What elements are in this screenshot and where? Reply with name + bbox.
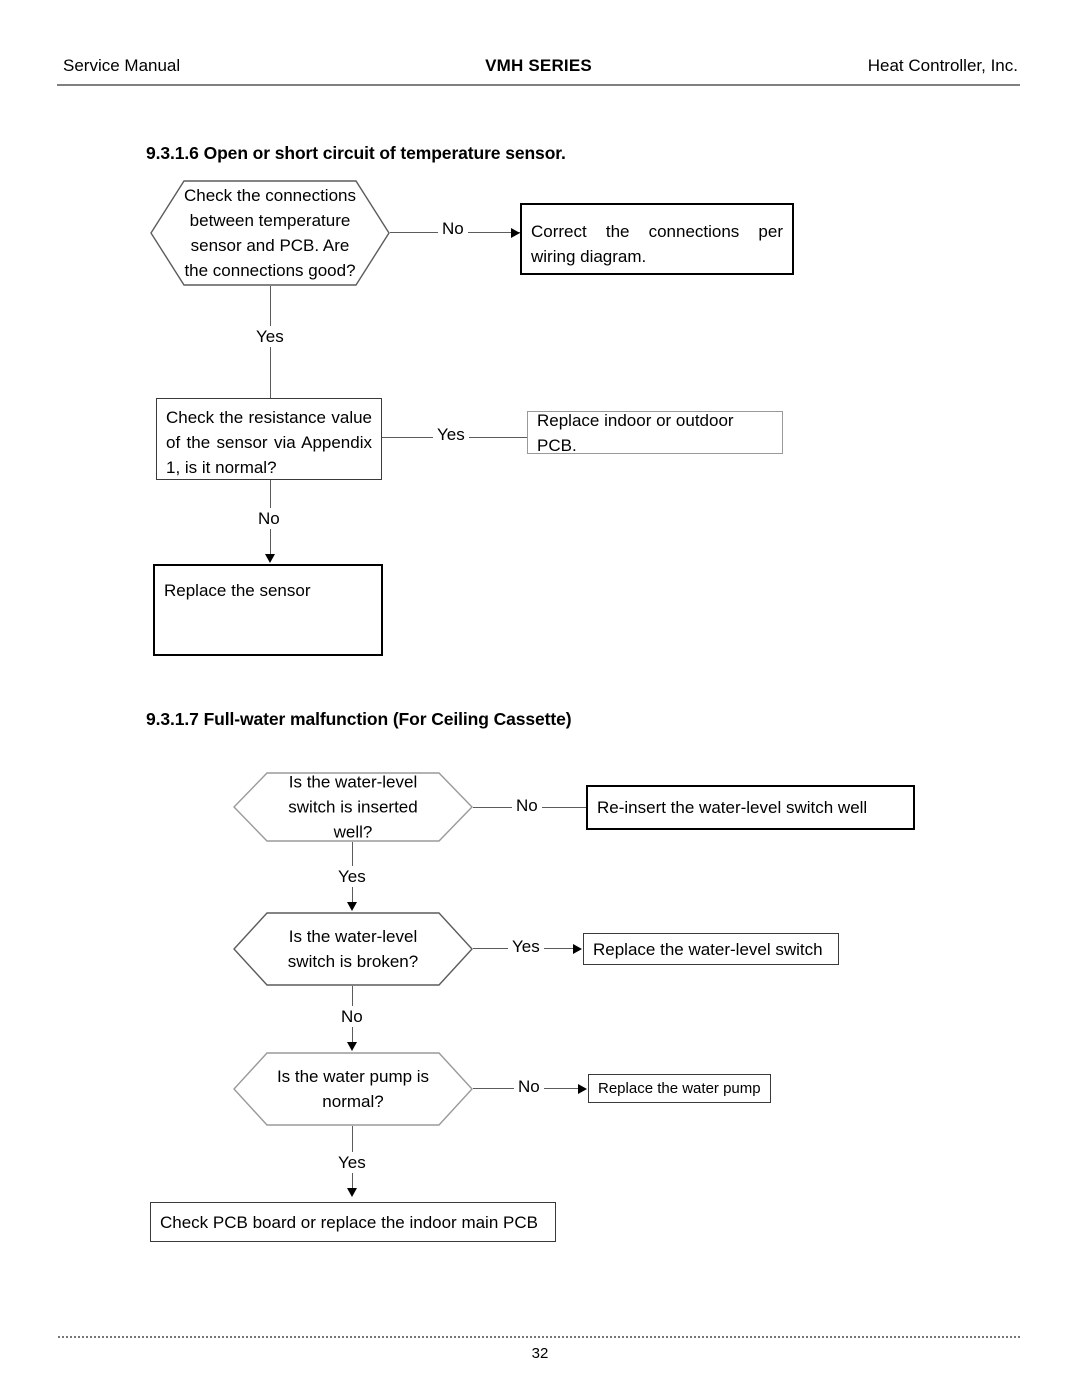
edge-inserted-yes-arrow	[347, 902, 357, 911]
edge-label-pump-no: No	[514, 1076, 544, 1097]
header-divider	[57, 84, 1020, 86]
edge-pump-no-arrow	[578, 1084, 587, 1094]
edge-label-connections-yes: Yes	[252, 326, 288, 347]
edge-label-resistance-yes: Yes	[433, 424, 469, 445]
action-check-pcb[interactable]: Check PCB board or replace the indoor ma…	[150, 1202, 556, 1242]
edge-label-connections-no: No	[438, 218, 468, 239]
page-header: Service Manual VMH SERIES Heat Controlle…	[57, 55, 1020, 85]
decision-switch-inserted-label: Is the water-level switch is inserted we…	[288, 772, 418, 842]
edge-broken-yes-arrow	[573, 944, 582, 954]
edge-label-broken-yes: Yes	[508, 936, 544, 957]
edge-label-resistance-no: No	[254, 508, 284, 529]
decision-pump-normal[interactable]: Is the water pump is normal?	[233, 1052, 473, 1126]
decision-check-resistance[interactable]: Check the resistance value of the sensor…	[156, 398, 382, 480]
edge-label-broken-no: No	[337, 1006, 367, 1027]
action-reinsert-switch-label: Re-insert the water-level switch well	[597, 798, 868, 817]
edge-pump-yes-arrow	[347, 1188, 357, 1197]
decision-pump-normal-label: Is the water pump is normal?	[276, 1067, 430, 1111]
section-heading-9-3-1-6: 9.3.1.6 Open or short circuit of tempera…	[146, 143, 566, 163]
action-correct-wiring-label: Correct the connections per wiring diagr…	[531, 222, 783, 266]
decision-switch-broken-label: Is the water-level switch is broken?	[287, 927, 419, 971]
action-check-pcb-label: Check PCB board or replace the indoor ma…	[160, 1212, 538, 1232]
edge-broken-no-arrow	[347, 1042, 357, 1051]
edge-connections-no-arrow	[511, 228, 520, 238]
header-right-text: Heat Controller, Inc.	[867, 56, 1018, 75]
action-replace-pcb-label: Replace indoor or outdoor PCB.	[537, 410, 734, 455]
edge-label-inserted-no: No	[512, 795, 542, 816]
action-reinsert-switch[interactable]: Re-insert the water-level switch well	[586, 785, 915, 830]
action-replace-switch[interactable]: Replace the water-level switch	[583, 933, 839, 965]
action-replace-pump-label: Replace the water pump	[598, 1080, 761, 1097]
edge-label-pump-yes: Yes	[334, 1152, 370, 1173]
decision-check-connections-label: Check the connections between temperatur…	[184, 186, 356, 280]
decision-check-resistance-label: Check the resistance value of the sensor…	[166, 408, 372, 477]
edge-label-inserted-yes: Yes	[334, 866, 370, 887]
decision-switch-broken[interactable]: Is the water-level switch is broken?	[233, 912, 473, 986]
action-replace-switch-label: Replace the water-level switch	[593, 939, 823, 959]
action-replace-pcb[interactable]: Replace indoor or outdoor PCB.	[527, 411, 783, 455]
action-replace-pump[interactable]: Replace the water pump	[588, 1074, 771, 1103]
action-replace-sensor-label: Replace the sensor	[164, 581, 311, 600]
action-correct-wiring[interactable]: Correct the connections per wiring diagr…	[520, 203, 794, 275]
action-replace-sensor[interactable]: Replace the sensor	[153, 564, 383, 656]
page-number: 32	[531, 1345, 549, 1362]
section-heading-9-3-1-7: 9.3.1.7 Full-water malfunction (For Ceil…	[146, 709, 572, 729]
decision-switch-inserted[interactable]: Is the water-level switch is inserted we…	[233, 772, 473, 842]
footer-divider	[57, 1336, 1020, 1338]
decision-check-connections[interactable]: Check the connections between temperatur…	[150, 180, 390, 286]
edge-resistance-no-arrow	[265, 554, 275, 563]
